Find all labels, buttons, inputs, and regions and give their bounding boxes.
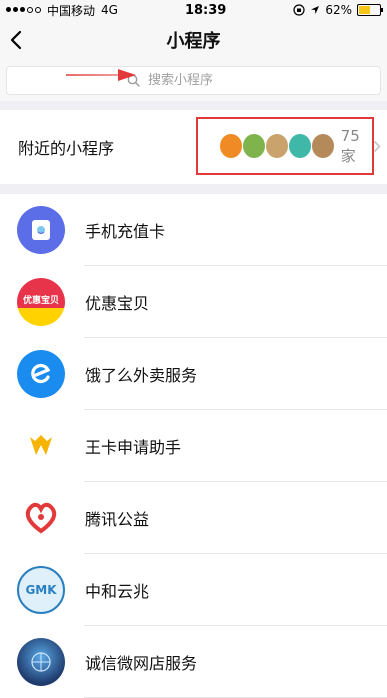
list-item-name: 王卡申请助手 [85, 438, 182, 457]
carrier-name: 中国移动 [47, 3, 96, 18]
list-item-name: 饿了么外卖服务 [85, 366, 198, 385]
status-right: 62% [293, 3, 383, 17]
status-time: 18:39 [184, 2, 227, 18]
nearby-program-icon [220, 134, 242, 158]
mini-program-list: 手机充值卡 优惠宝贝 优惠宝贝 饿了么外卖服务 王卡申请助手 腾讯公益 GMK … [0, 194, 387, 698]
location-icon [311, 6, 320, 14]
list-item[interactable]: 王卡申请助手 [0, 410, 387, 482]
list-item[interactable]: GMK 中和云兆 [0, 554, 387, 626]
battery-percent: 62% [325, 3, 352, 17]
discount-badge-text: 优惠宝贝 [22, 295, 59, 306]
list-item-name: 中和云兆 [85, 582, 150, 601]
nearby-count: 75家 [340, 126, 360, 165]
list-item-name: 腾讯公益 [85, 510, 150, 529]
search-bar [0, 60, 387, 101]
list-item-name: 手机充值卡 [85, 222, 166, 241]
search-box[interactable] [6, 66, 381, 95]
discount-icon: 优惠宝贝 [17, 278, 65, 326]
battery-icon [356, 4, 383, 16]
list-item-name: 诚信微网店服务 [85, 654, 198, 673]
phone-card-icon [17, 206, 65, 254]
network-type: 4G [101, 3, 118, 17]
status-left: 中国移动 4G [6, 2, 118, 19]
list-item[interactable]: 优惠宝贝 优惠宝贝 [0, 266, 387, 338]
red-arrow-annotation-icon [66, 69, 136, 81]
list-item[interactable]: 手机充值卡 [0, 194, 387, 266]
tencent-charity-icon [17, 494, 65, 542]
list-item[interactable]: 腾讯公益 [0, 482, 387, 554]
page-title: 小程序 [166, 31, 221, 52]
back-arrow-icon[interactable] [6, 28, 28, 52]
gmk-icon: GMK [17, 566, 65, 614]
signal-strength-icon [6, 7, 41, 13]
chevron-right-icon [373, 140, 381, 153]
nearby-program-icon [242, 134, 265, 158]
list-item-name: 优惠宝贝 [85, 294, 150, 313]
list-item[interactable]: 诚信微网店服务 [0, 626, 387, 698]
list-item[interactable]: 饿了么外卖服务 [0, 338, 387, 410]
nearby-label: 附近的小程序 [18, 139, 115, 158]
search-input[interactable] [146, 72, 260, 89]
nearby-mini-programs-row[interactable]: 附近的小程序 75家 [0, 110, 387, 184]
status-bar: 中国移动 4G 18:39 62% [0, 0, 387, 20]
gmk-badge-text: GMK [25, 583, 57, 597]
orientation-lock-icon [293, 4, 305, 16]
credit-shop-icon [17, 638, 65, 686]
nearby-program-icon [288, 134, 311, 158]
nearby-highlight-box: 75家 [196, 117, 374, 175]
eleme-icon [17, 350, 65, 398]
king-card-icon [17, 422, 65, 470]
nearby-program-icon [311, 134, 334, 158]
nearby-program-icon [265, 134, 288, 158]
nav-bar: 小程序 [0, 20, 387, 60]
